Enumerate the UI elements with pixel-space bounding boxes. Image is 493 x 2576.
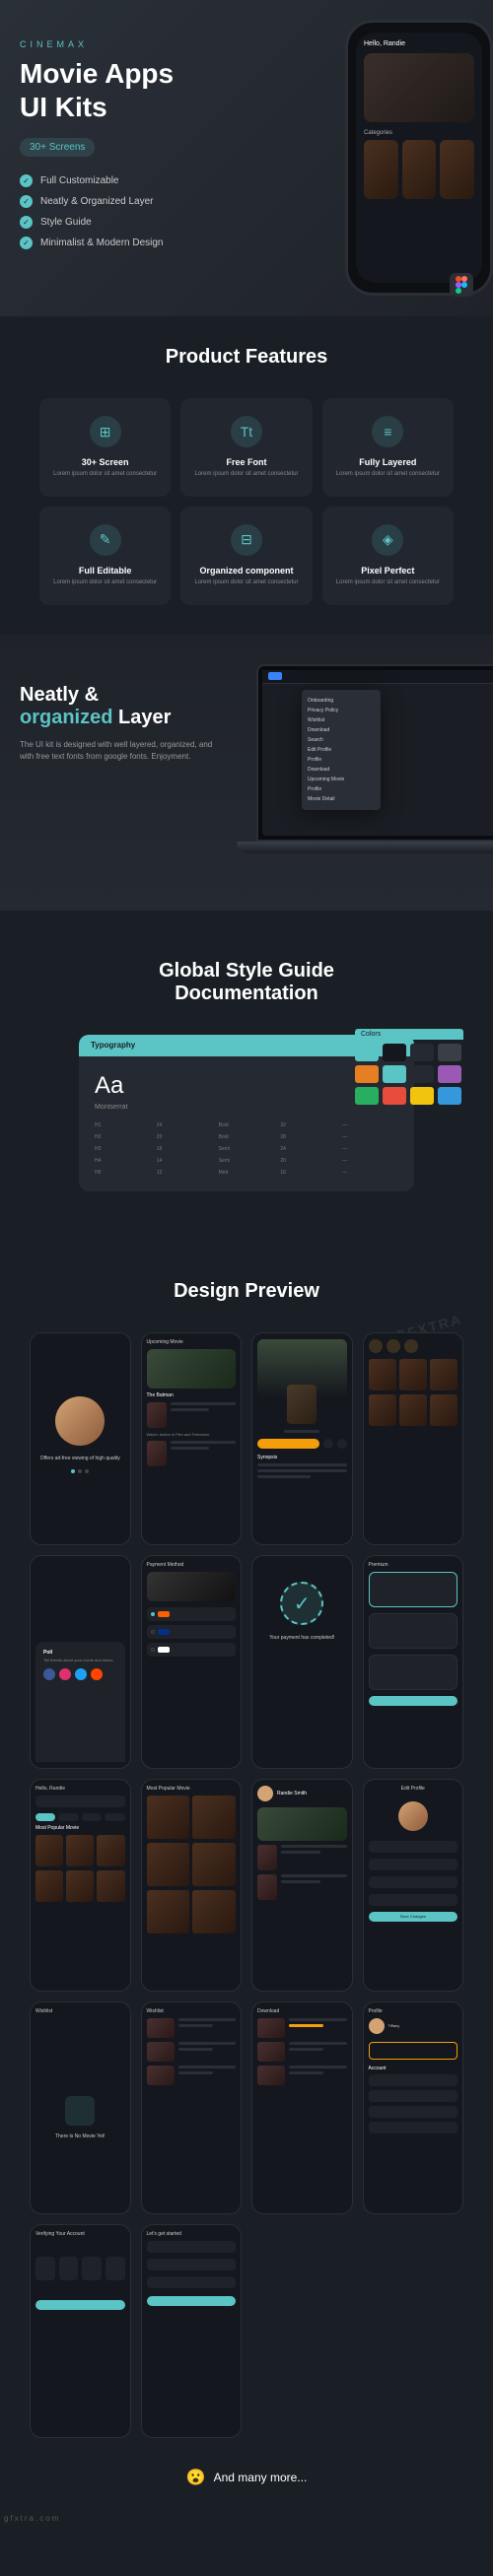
feature-card: ◈ Pixel Perfect Lorem ipsum dolor sit amet… — [322, 507, 454, 605]
screen-payment: Payment Method — [141, 1555, 243, 1768]
color-swatch — [355, 1044, 379, 1061]
color-swatches: Colors — [355, 1029, 463, 1109]
phone-category-label: Categories — [364, 130, 474, 136]
feature-icon: ⊟ — [231, 524, 262, 556]
feature-desc: Lorem ipsum dolor sit amet consectetur — [190, 579, 302, 587]
screen-popular: Most Popular Movie — [141, 1779, 243, 1992]
screen-share: Poll Tell friends about your movie and s… — [30, 1555, 131, 1768]
feature-desc: Lorem ipsum dolor sit amet consectetur — [49, 579, 161, 587]
layer-menu-item: Onboarding — [308, 696, 375, 706]
feature-title: Organized component — [190, 566, 302, 576]
style-guide-heading: Global Style Guide Documentation — [20, 960, 473, 1005]
feature-desc: Lorem ipsum dolor sit amet consectetur — [332, 471, 444, 479]
screen-settings: Profile Tiffany Account — [363, 2001, 464, 2214]
color-swatch — [410, 1065, 434, 1083]
feature-card: Tt Free Font Lorem ipsum dolor sit amet co… — [180, 398, 312, 497]
layer-menu-item: Download — [308, 765, 375, 775]
many-more-label: 😮 And many more... — [20, 2468, 473, 2487]
font-name: Montserrat — [95, 1104, 398, 1111]
wow-emoji-icon: 😮 — [186, 2468, 206, 2487]
color-swatch — [355, 1087, 379, 1105]
color-swatch — [383, 1087, 406, 1105]
screen-signup: Let's get started — [141, 2224, 243, 2437]
figma-icon — [450, 273, 473, 297]
layer-menu-item: Privacy Policy — [308, 706, 375, 715]
style-guide-section: Global Style Guide Documentation Typogra… — [0, 911, 493, 1241]
feature-title: Full Editable — [49, 566, 161, 576]
layer-menu: OnboardingPrivacy PolicyWishlistDownload… — [302, 690, 381, 810]
layer-menu-item: Edit Profile — [308, 745, 375, 755]
features-section: Product Features ⊞ 30+ Screen Lorem ipsum … — [0, 316, 493, 635]
screen-wishlist-empty: Wishlist There Is No Movie Yet! — [30, 2001, 131, 2214]
preview-section: Design Preview GFXTRA GFXTRA GFXTRA GFXT… — [0, 1241, 493, 2527]
color-swatch — [383, 1044, 406, 1061]
color-swatch — [355, 1065, 379, 1083]
phone-hero-banner — [364, 53, 474, 122]
screens-badge: 30+ Screens — [20, 138, 95, 157]
feature-icon: ✎ — [90, 524, 121, 556]
color-swatch — [438, 1087, 461, 1105]
feature-card: ⊟ Organized component Lorem ipsum dolor si… — [180, 507, 312, 605]
layer-menu-item: Wishlist — [308, 715, 375, 725]
feature-title: Free Font — [190, 457, 302, 467]
screen-wishlist: Wishlist — [141, 2001, 243, 2214]
screen-profile: Randie Smith — [251, 1779, 353, 1992]
color-swatch — [438, 1065, 461, 1083]
hero-section: CINEMAX Movie Apps UI Kits 30+ Screens ✓… — [0, 0, 493, 316]
phone-greeting: Hello, Randie — [364, 40, 474, 47]
phone-mockup: Hello, Randie Categories — [316, 20, 493, 296]
feature-icon: ⊞ — [90, 416, 121, 447]
check-icon: ✓ — [20, 216, 33, 229]
layer-menu-item: Profile — [308, 784, 375, 794]
footer-watermark: gfxtra.com — [4, 2514, 60, 2523]
feature-card: ⊞ 30+ Screen Lorem ipsum dolor sit amet co… — [39, 398, 171, 497]
empty-box-icon — [65, 2096, 95, 2126]
feature-card: ✎ Full Editable Lorem ipsum dolor sit amet… — [39, 507, 171, 605]
screen-download: Download — [251, 2001, 353, 2214]
check-icon: ✓ — [20, 237, 33, 249]
screen-payment-success: ✓ Your payment has completed! — [251, 1555, 353, 1768]
preview-grid: Offers ad-free viewing of high quality U… — [30, 1332, 463, 2438]
font-sample: Aa — [95, 1072, 398, 1100]
color-swatch — [410, 1044, 434, 1061]
feature-icon: ≡ — [372, 416, 403, 447]
screen-verify: Verifying Your Account — [30, 2224, 131, 2437]
feature-desc: Lorem ipsum dolor sit amet consectetur — [332, 579, 444, 587]
color-swatch — [410, 1087, 434, 1105]
feature-title: Pixel Perfect — [332, 566, 444, 576]
feature-title: Fully Layered — [332, 457, 444, 467]
feature-desc: Lorem ipsum dolor sit amet consectetur — [190, 471, 302, 479]
feature-icon: ◈ — [372, 524, 403, 556]
features-heading: Product Features — [20, 346, 473, 369]
feature-title: 30+ Screen — [49, 457, 161, 467]
laptop-mockup: OnboardingPrivacy PolicyWishlistDownload… — [256, 664, 493, 861]
feature-icon: Tt — [231, 416, 262, 447]
check-icon: ✓ — [20, 195, 33, 208]
layer-menu-item: Search — [308, 735, 375, 745]
phone-movie-cards — [364, 140, 474, 199]
feature-card: ≡ Fully Layered Lorem ipsum dolor sit amet… — [322, 398, 454, 497]
success-check-icon: ✓ — [280, 1582, 323, 1625]
screen-cast — [363, 1332, 464, 1545]
screen-upcoming: Upcoming Movie The Batman Watch: Action … — [141, 1332, 243, 1545]
feature-desc: Lorem ipsum dolor sit amet consectetur — [49, 471, 161, 479]
screen-premium: Premium — [363, 1555, 464, 1768]
color-swatch — [383, 1065, 406, 1083]
preview-heading: Design Preview — [20, 1280, 473, 1303]
check-icon: ✓ — [20, 174, 33, 187]
screen-movie-detail: Synopsis — [251, 1332, 353, 1545]
screen-onboarding: Offers ad-free viewing of high quality — [30, 1332, 131, 1545]
layer-menu-item: Profile — [308, 755, 375, 765]
color-swatch — [438, 1044, 461, 1061]
layer-menu-item: Download — [308, 725, 375, 735]
features-grid: ⊞ 30+ Screen Lorem ipsum dolor sit amet co… — [39, 398, 454, 605]
screen-home: Hello, Randie Most Popular Movie — [30, 1779, 131, 1992]
layer-menu-item: Upcoming Movie — [308, 775, 375, 784]
layer-section: Neatly & organized Layer The UI kit is d… — [0, 635, 493, 911]
layer-menu-item: Movie Detail — [308, 794, 375, 804]
screen-edit-profile: Edit Profile Save Changes — [363, 1779, 464, 1992]
layer-description: The UI kit is designed with well layered… — [20, 739, 217, 763]
